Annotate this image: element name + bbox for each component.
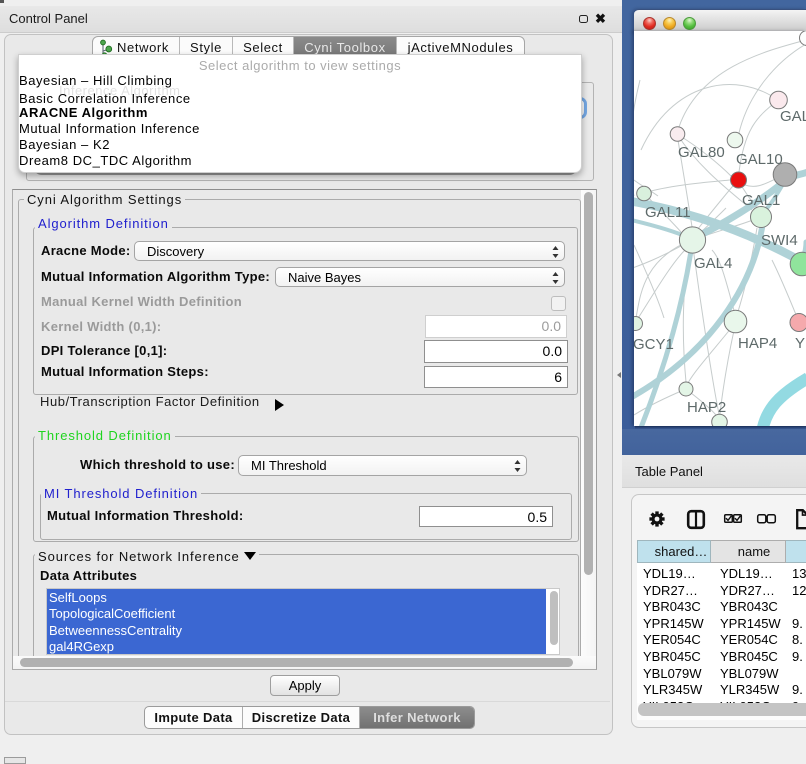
svg-text:GAL: GAL (780, 108, 806, 125)
svg-text:HAP2: HAP2 (687, 399, 726, 416)
svg-text:GAL80: GAL80 (678, 144, 725, 161)
svg-text:HAP4: HAP4 (738, 335, 777, 352)
svg-text:Y: Y (795, 335, 805, 352)
svg-text:GAL4: GAL4 (694, 255, 732, 272)
svg-text:GAL1: GAL1 (742, 192, 780, 209)
svg-text:GCY1: GCY1 (634, 336, 674, 353)
svg-text:SWI4: SWI4 (761, 232, 798, 249)
svg-text:GAL10: GAL10 (736, 151, 783, 168)
svg-text:GAL11: GAL11 (645, 204, 691, 221)
